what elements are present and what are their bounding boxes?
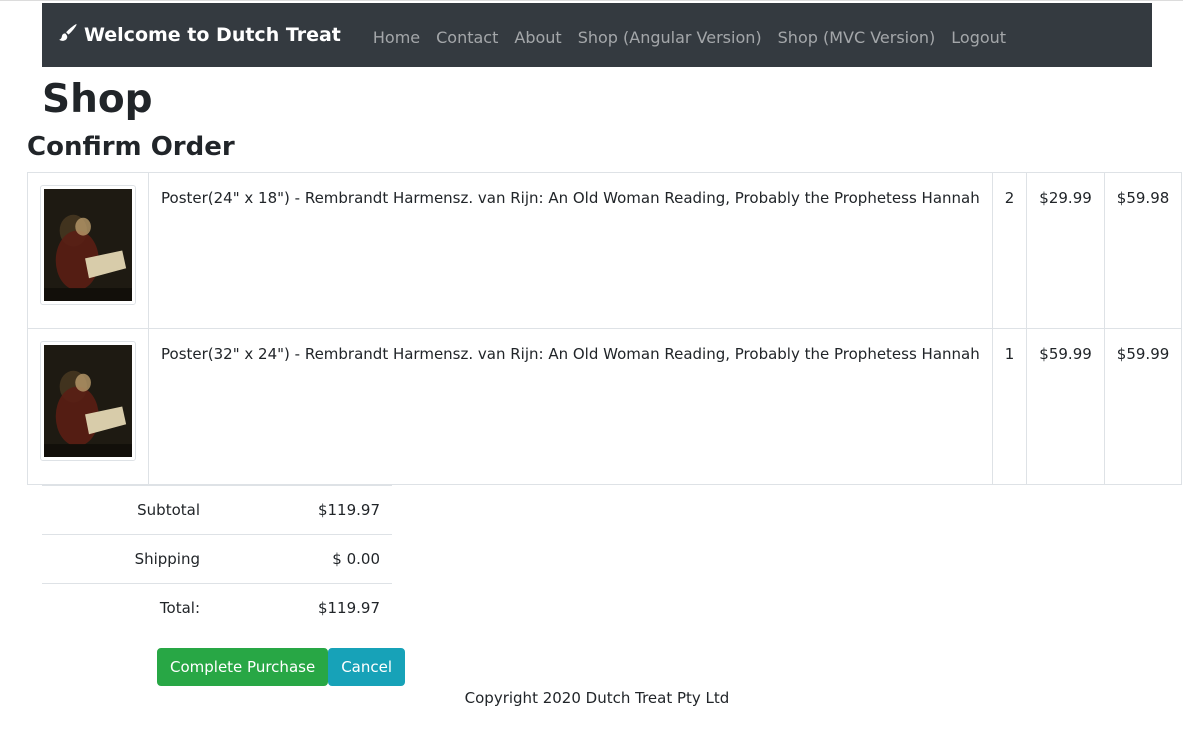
nav-link-shop-angular[interactable]: Shop (Angular Version): [578, 28, 762, 47]
nav-link-home[interactable]: Home: [373, 28, 420, 47]
order-items-table: Poster(24" x 18") - Rembrandt Harmensz. …: [27, 172, 1183, 485]
product-thumbnail: [40, 341, 136, 461]
item-unit-price: $29.99: [1026, 172, 1105, 329]
item-quantity: 2: [991, 172, 1028, 329]
total-label: Total:: [42, 583, 212, 632]
product-thumbnail: [40, 185, 136, 305]
table-row: Poster(24" x 18") - Rembrandt Harmensz. …: [27, 172, 1183, 329]
complete-purchase-button[interactable]: Complete Purchase: [157, 648, 329, 686]
nav-link-shop-mvc[interactable]: Shop (MVC Version): [778, 28, 936, 47]
item-description: Poster(24" x 18") - Rembrandt Harmensz. …: [148, 172, 993, 329]
order-totals-table: Subtotal $119.97 Shipping $ 0.00 Total: …: [42, 485, 392, 632]
footer-copyright: Copyright 2020 Dutch Treat Pty Ltd: [464, 689, 730, 707]
subtotal-label: Subtotal: [42, 485, 212, 535]
shipping-value: $ 0.00: [212, 534, 392, 584]
paint-brush-icon: [58, 23, 84, 48]
item-line-total: $59.98: [1103, 172, 1183, 329]
item-line-total: $59.99: [1103, 328, 1183, 485]
section-title: Confirm Order: [27, 132, 235, 162]
total-row: Total: $119.97: [42, 583, 392, 632]
brand-link[interactable]: Welcome to Dutch Treat: [58, 23, 341, 48]
cancel-button[interactable]: Cancel: [328, 648, 406, 686]
subtotal-value: $119.97: [212, 485, 392, 535]
page-title: Shop: [42, 77, 153, 122]
nav-link-about[interactable]: About: [514, 28, 561, 47]
image-cell: [27, 328, 149, 485]
navbar: Welcome to Dutch Treat Home Contact Abou…: [42, 3, 1152, 67]
total-value: $119.97: [212, 583, 392, 632]
item-quantity: 1: [991, 328, 1028, 485]
shipping-label: Shipping: [42, 534, 212, 584]
table-row: Poster(32" x 24") - Rembrandt Harmensz. …: [27, 328, 1183, 485]
shipping-row: Shipping $ 0.00: [42, 534, 392, 584]
nav-link-logout[interactable]: Logout: [951, 28, 1006, 47]
image-cell: [27, 172, 149, 329]
item-unit-price: $59.99: [1026, 328, 1105, 485]
brand-title: Welcome to Dutch Treat: [84, 24, 341, 46]
nav-link-contact[interactable]: Contact: [436, 28, 498, 47]
order-actions: Complete Purchase Cancel: [157, 648, 406, 686]
item-description: Poster(32" x 24") - Rembrandt Harmensz. …: [148, 328, 993, 485]
subtotal-row: Subtotal $119.97: [42, 485, 392, 535]
